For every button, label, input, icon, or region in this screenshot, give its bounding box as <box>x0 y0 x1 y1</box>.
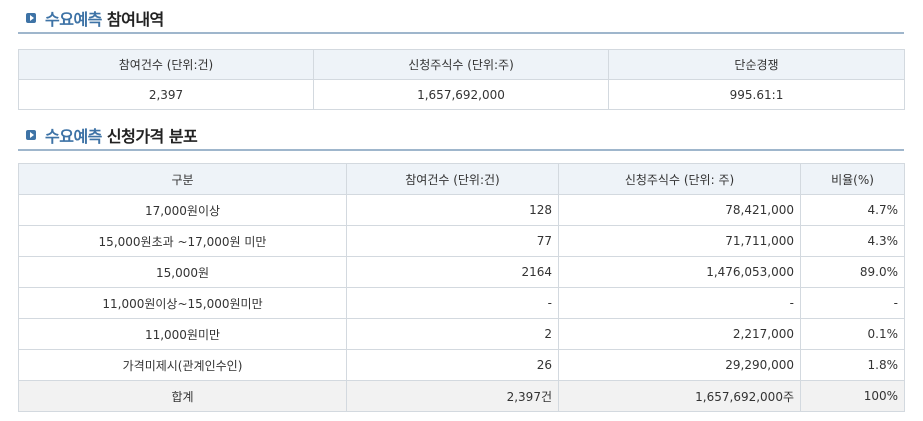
row-count: 77 <box>346 225 559 257</box>
table-row: 17,000원이상 128 78,421,000 4.7% <box>18 194 905 226</box>
participation-title: 수요예측 참여내역 <box>45 10 164 29</box>
competition-ratio-value: 995.61:1 <box>608 79 905 110</box>
row-count: - <box>346 287 559 319</box>
row-shares: 78,421,000 <box>558 194 801 226</box>
requested-shares-value: 1,657,692,000 <box>313 79 609 110</box>
participation-table: 참여건수 (단위:건) 신청주식수 (단위:주) 단순경쟁 2,397 1,65… <box>18 49 905 110</box>
row-ratio: 4.7% <box>800 194 905 226</box>
participation-section-header: 수요예측 참여내역 <box>18 4 904 34</box>
header-category: 구분 <box>18 163 347 195</box>
row-shares: 1,476,053,000 <box>558 256 801 288</box>
table-header-row: 구분 참여건수 (단위:건) 신청주식수 (단위: 주) 비율(%) <box>18 163 905 195</box>
total-label: 합계 <box>18 380 347 412</box>
row-ratio: - <box>800 287 905 319</box>
header-competition-ratio: 단순경쟁 <box>608 49 905 80</box>
price-distribution-table: 구분 참여건수 (단위:건) 신청주식수 (단위: 주) 비율(%) 17,00… <box>18 163 905 412</box>
row-category: 11,000원이상~15,000원미만 <box>18 287 347 319</box>
row-shares: 29,290,000 <box>558 349 801 381</box>
table-row: 11,000원이상~15,000원미만 - - - <box>18 287 905 319</box>
table-row: 15,000원 2164 1,476,053,000 89.0% <box>18 256 905 288</box>
total-ratio: 100% <box>800 380 905 412</box>
row-count: 2164 <box>346 256 559 288</box>
header-participation-count: 참여건수 (단위:건) <box>18 49 314 80</box>
total-shares: 1,657,692,000주 <box>558 380 801 412</box>
price-distribution-section-header: 수요예측 신청가격 분포 <box>18 121 904 151</box>
price-distribution-title: 수요예측 신청가격 분포 <box>45 127 198 146</box>
table-row: 15,000원초과 ~17,000원 미만 77 71,711,000 4.3% <box>18 225 905 257</box>
total-row: 합계 2,397건 1,657,692,000주 100% <box>18 380 905 412</box>
row-category: 15,000원 <box>18 256 347 288</box>
row-count: 128 <box>346 194 559 226</box>
header-requested-shares: 신청주식수 (단위: 주) <box>558 163 801 195</box>
header-ratio: 비율(%) <box>800 163 905 195</box>
header-participation-count: 참여건수 (단위:건) <box>346 163 559 195</box>
row-category: 17,000원이상 <box>18 194 347 226</box>
row-count: 26 <box>346 349 559 381</box>
row-ratio: 89.0% <box>800 256 905 288</box>
table-row: 가격미제시(관계인수인) 26 29,290,000 1.8% <box>18 349 905 381</box>
row-ratio: 4.3% <box>800 225 905 257</box>
row-count: 2 <box>346 318 559 350</box>
row-category: 15,000원초과 ~17,000원 미만 <box>18 225 347 257</box>
table-header-row: 참여건수 (단위:건) 신청주식수 (단위:주) 단순경쟁 <box>18 49 905 80</box>
row-shares: - <box>558 287 801 319</box>
row-shares: 2,217,000 <box>558 318 801 350</box>
row-category: 가격미제시(관계인수인) <box>18 349 347 381</box>
table-row: 2,397 1,657,692,000 995.61:1 <box>18 79 905 110</box>
arrow-bullet-icon <box>26 13 36 23</box>
arrow-bullet-icon <box>26 130 36 140</box>
row-shares: 71,711,000 <box>558 225 801 257</box>
row-ratio: 0.1% <box>800 318 905 350</box>
table-row: 11,000원미만 2 2,217,000 0.1% <box>18 318 905 350</box>
row-ratio: 1.8% <box>800 349 905 381</box>
participation-section: 수요예측 참여내역 참여건수 (단위:건) 신청주식수 (단위:주) 단순경쟁 2… <box>18 4 905 110</box>
header-requested-shares: 신청주식수 (단위:주) <box>313 49 609 80</box>
total-count: 2,397건 <box>346 380 559 412</box>
row-category: 11,000원미만 <box>18 318 347 350</box>
participation-count-value: 2,397 <box>18 79 314 110</box>
price-distribution-section: 수요예측 신청가격 분포 구분 참여건수 (단위:건) 신청주식수 (단위: 주)… <box>18 121 905 412</box>
